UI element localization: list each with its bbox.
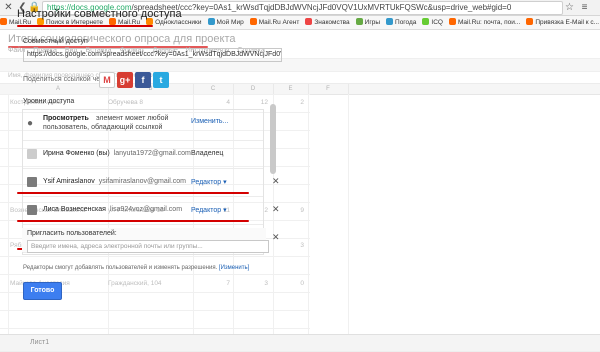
bookmark-favicon-icon: [249, 18, 257, 25]
facebook-share-icon[interactable]: f: [135, 72, 151, 88]
person-name-text: Лиса Вознесенская: [43, 206, 106, 213]
person-email: lisa924voz@gmail.com: [109, 206, 183, 213]
bookmark-item[interactable]: Знакомства: [305, 16, 350, 29]
public-access-desc2: пользователь, обладающий ссылкой: [43, 124, 163, 131]
invite-input[interactable]: Введите имена, адреса электронной почты …: [27, 240, 269, 253]
person-row: Ирина Фоменко (вы) lanyuta1972@gmail.com В…: [23, 140, 263, 169]
dialog-title: Настройки совместного доступа: [17, 8, 182, 20]
change-permissions-link[interactable]: [Изменить]: [219, 265, 249, 271]
bookmark-favicon-icon: [422, 18, 430, 25]
person-name-text: Ирина Фоменко (вы): [43, 150, 110, 157]
person-name-text: Ysif Amiraslanov: [43, 178, 95, 185]
avatar: [27, 205, 37, 215]
remove-person-icon[interactable]: ✕: [272, 204, 280, 215]
bookmark-item[interactable]: Mail.Ru Агент: [249, 16, 299, 29]
invite-label: Пригласить пользователей:: [27, 230, 117, 237]
bookmark-item[interactable]: Mail.Ru: почта, пои...: [448, 16, 520, 29]
person-name: Ирина Фоменко (вы) lanyuta1972@gmail.com: [43, 150, 191, 157]
menu-icon[interactable]: ≡: [578, 1, 591, 14]
bookmark-favicon-icon: [355, 18, 363, 25]
google-plus-share-icon[interactable]: g+: [117, 72, 133, 88]
public-access-row: ● Просмотреть элемент может любой пользо…: [23, 110, 263, 141]
done-button[interactable]: Готово: [23, 282, 62, 300]
bookmark-favicon-icon: [207, 18, 215, 25]
row-underline: [17, 192, 249, 194]
chevron-down-icon: ▾: [221, 207, 227, 214]
bookmark-item[interactable]: Погода: [386, 16, 416, 29]
chevron-down-icon: ▾: [221, 179, 227, 186]
bookmark-favicon-icon: [448, 18, 456, 25]
person-name: Лиса Вознесенская lisa924voz@gmail.com: [43, 206, 182, 213]
person-name: Ysif Amiraslanov ysifamiraslanov@gmail.co…: [43, 178, 186, 185]
avatar: [27, 149, 37, 159]
remove-person-icon[interactable]: ✕: [272, 232, 280, 243]
gmail-share-icon[interactable]: M: [99, 72, 115, 88]
public-access-desc: элемент может любой: [96, 115, 169, 122]
star-icon[interactable]: ☆: [563, 1, 576, 14]
person-row: Лиса Вознесенская lisa924voz@gmail.com Ред…: [17, 196, 280, 225]
twitter-share-icon[interactable]: t: [153, 72, 169, 88]
role-dropdown[interactable]: Редактор ▾: [191, 206, 227, 214]
bookmark-item[interactable]: ICQ: [422, 16, 443, 29]
role-label: Владелец: [191, 150, 224, 157]
bookmark-favicon-icon: [386, 18, 394, 25]
globe-icon: ●: [27, 118, 34, 129]
scrollbar[interactable]: [270, 104, 276, 174]
row-underline: [17, 220, 249, 222]
share-link-field[interactable]: https://docs.google.com/spreadsheet/ccc?…: [23, 48, 282, 62]
change-access-link[interactable]: Изменить...: [191, 118, 228, 125]
dialog-title-underline: [17, 25, 153, 27]
close-tab-icon[interactable]: ✕: [2, 1, 15, 14]
remove-person-icon[interactable]: ✕: [272, 176, 280, 187]
bookmark-item[interactable]: Привязка E-Mail к с...: [526, 16, 599, 29]
person-row: Ysif Amiraslanov ysifamiraslanov@gmail.co…: [17, 168, 280, 197]
public-access-title: Просмотреть: [43, 115, 89, 122]
avatar: [27, 177, 37, 187]
bookmark-favicon-icon: [526, 18, 534, 25]
person-email: ysifamiraslanov@gmail.com: [98, 178, 186, 185]
access-label: Уровни доступа: [23, 98, 75, 105]
role-dropdown[interactable]: Редактор ▾: [191, 178, 227, 186]
person-email: lanyuta1972@gmail.com: [113, 150, 191, 157]
bookmark-item[interactable]: Игры: [355, 16, 380, 29]
bookmark-item[interactable]: Мой Мир: [207, 16, 244, 29]
permissions-note: Редакторы смогут добавлять пользователей…: [23, 265, 250, 271]
bookmark-favicon-icon: [0, 18, 7, 25]
link-label: Совместный доступ: [23, 38, 88, 45]
bookmark-favicon-icon: [305, 18, 313, 25]
